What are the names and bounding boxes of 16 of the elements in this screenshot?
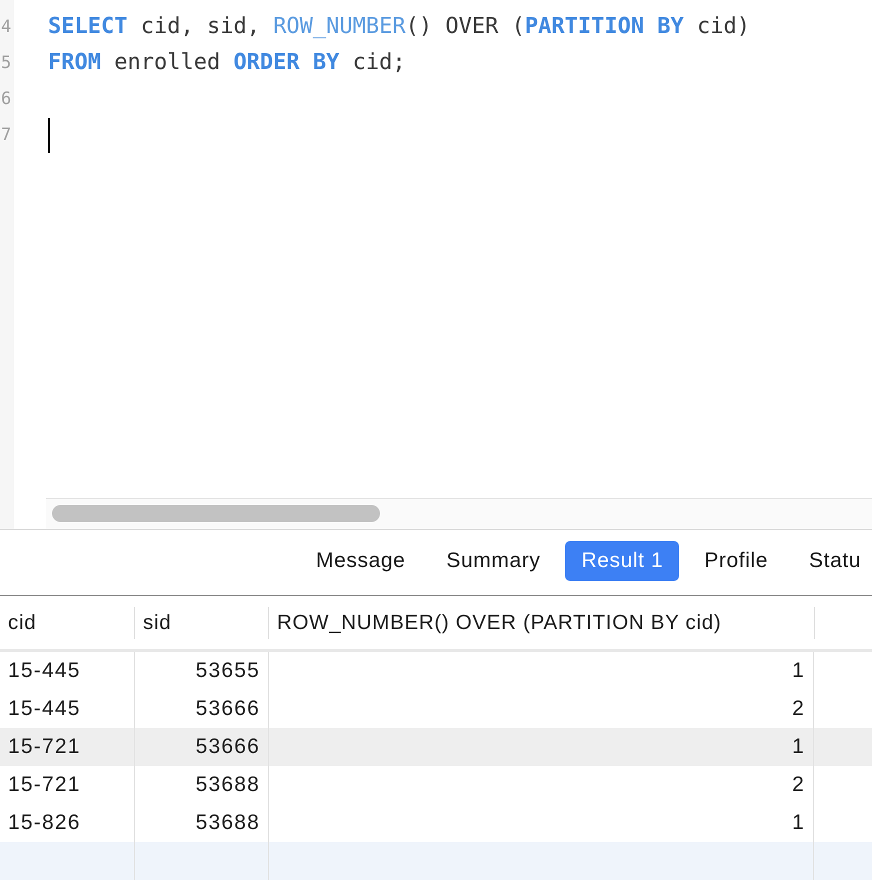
- code-line: SELECT cid, sid, ROW_NUMBER() OVER (PARTITION BY cid): [48, 13, 750, 41]
- result-tab[interactable]: Result 1: [565, 540, 680, 581]
- column-header[interactable]: ROW_NUMBER() OVER (PARTITION BY cid): [269, 596, 814, 649]
- line-number: 7: [0, 124, 12, 147]
- scrollbar-thumb[interactable]: [52, 505, 380, 522]
- line-number: 6: [0, 88, 12, 111]
- column-header[interactable]: sid: [135, 596, 268, 649]
- result-tab[interactable]: Summary: [430, 540, 556, 581]
- result-tab[interactable]: Statu: [793, 540, 872, 581]
- line-number: 4: [0, 16, 12, 39]
- result-tab[interactable]: Message: [300, 540, 422, 581]
- column-header[interactable]: cid: [0, 596, 134, 649]
- line-number: 5: [0, 52, 12, 75]
- code-line: FROM enrolled ORDER BY cid;: [48, 49, 406, 77]
- result-tab[interactable]: Profile: [688, 540, 784, 581]
- table-row[interactable]: 15-721 53666 1: [0, 728, 872, 766]
